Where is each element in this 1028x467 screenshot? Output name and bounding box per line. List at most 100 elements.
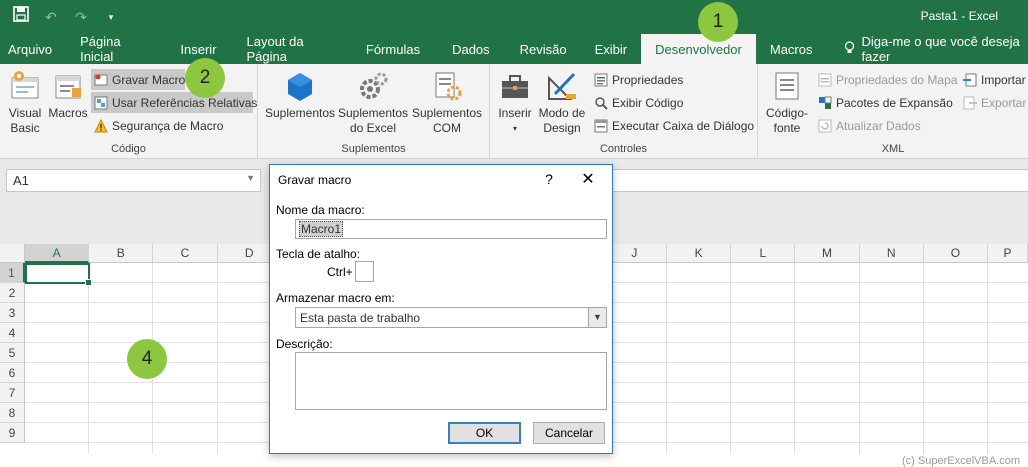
seguranca-macro-label: Segurança de Macro bbox=[112, 118, 224, 133]
group-label-suplementos: Suplementos bbox=[341, 143, 406, 155]
row-header-9[interactable]: 9 bbox=[0, 423, 25, 443]
callout-4: 4 bbox=[127, 339, 167, 379]
name-box-value: A1 bbox=[13, 173, 29, 188]
tell-me-box[interactable]: Diga-me o que você deseja fazer bbox=[826, 34, 1028, 64]
group-controles: Inserir ▾ Modo de Design Propriedades Ex… bbox=[490, 64, 758, 159]
redo-icon[interactable]: ↷ bbox=[70, 6, 92, 28]
column-header-a[interactable]: A bbox=[25, 244, 90, 263]
store-macro-select[interactable]: Esta pasta de trabalho ▼ bbox=[295, 307, 607, 328]
tab-exibir[interactable]: Exibir bbox=[581, 34, 642, 64]
codigo-fonte-button[interactable]: Código- fonte bbox=[760, 70, 814, 136]
row-header-5[interactable]: 5 bbox=[0, 343, 25, 363]
usar-referencias-button[interactable]: Usar Referências Relativas bbox=[91, 92, 257, 113]
record-macro-icon bbox=[94, 73, 108, 87]
exportar-label: Exportar bbox=[981, 95, 1027, 110]
suplementos-button[interactable]: Suplementos bbox=[264, 70, 336, 121]
save-icon[interactable] bbox=[10, 6, 32, 28]
gridline-vertical bbox=[88, 263, 90, 454]
ribbon-tabs: Arquivo Página Inicial Inserir Layout da… bbox=[0, 34, 1028, 64]
visual-basic-label-1: Visual bbox=[8, 106, 42, 120]
tab-macros[interactable]: Macros bbox=[756, 34, 827, 64]
codigo-fonte-label-2: fonte bbox=[773, 121, 801, 135]
active-cell-a1[interactable] bbox=[25, 263, 92, 286]
export-icon bbox=[963, 96, 977, 110]
quick-access-toolbar: ↶ ↷ ▾ bbox=[10, 6, 122, 28]
tab-desenvolvedor[interactable]: Desenvolvedor bbox=[641, 34, 756, 64]
tab-revisao[interactable]: Revisão bbox=[506, 34, 581, 64]
row-header-3[interactable]: 3 bbox=[0, 303, 25, 323]
formula-input[interactable] bbox=[612, 169, 1028, 192]
visual-basic-icon bbox=[9, 70, 41, 102]
propriedades-mapa-button[interactable]: Propriedades do Mapa bbox=[815, 69, 960, 90]
gridline-vertical bbox=[987, 263, 988, 454]
row-header-2[interactable]: 2 bbox=[0, 283, 25, 303]
help-icon[interactable]: ? bbox=[540, 171, 558, 187]
exportar-button[interactable]: Exportar bbox=[960, 92, 1028, 113]
pacotes-expansao-button[interactable]: Pacotes de Expansão bbox=[815, 92, 956, 113]
callout-1: 1 bbox=[698, 2, 738, 42]
record-macro-dialog: Gravar macro ? ✕ Nome da macro: Macro1 T… bbox=[269, 164, 613, 454]
row-header-8[interactable]: 8 bbox=[0, 403, 25, 423]
propriedades-button[interactable]: Propriedades bbox=[591, 69, 686, 90]
macros-button[interactable]: Macros bbox=[48, 70, 88, 121]
import-icon bbox=[963, 73, 977, 87]
tab-layout[interactable]: Layout da Página bbox=[233, 34, 350, 64]
row-header-1[interactable]: 1 bbox=[0, 263, 25, 283]
exibir-codigo-button[interactable]: Exibir Código bbox=[591, 92, 686, 113]
column-header-p[interactable]: P bbox=[988, 244, 1028, 263]
column-header-m[interactable]: M bbox=[795, 244, 860, 263]
group-label-controles: Controles bbox=[599, 143, 648, 155]
ok-button[interactable]: OK bbox=[448, 422, 521, 444]
macros-label: Macros bbox=[48, 106, 88, 120]
undo-icon[interactable]: ↶ bbox=[40, 6, 62, 28]
gridline-vertical bbox=[922, 263, 924, 454]
view-code-icon bbox=[594, 96, 608, 110]
modo-design-button[interactable]: Modo de Design bbox=[536, 70, 588, 136]
seguranca-macro-button[interactable]: Segurança de Macro bbox=[91, 115, 226, 136]
customize-qat-icon[interactable]: ▾ bbox=[100, 6, 122, 28]
tab-pagina-inicial[interactable]: Página Inicial bbox=[66, 34, 162, 64]
gridline-vertical bbox=[794, 263, 796, 454]
cancel-button[interactable]: Cancelar bbox=[533, 422, 605, 444]
tab-dados[interactable]: Dados bbox=[436, 34, 506, 64]
row-header-7[interactable]: 7 bbox=[0, 383, 25, 403]
suplementos-com-button[interactable]: Suplementos COM bbox=[410, 70, 484, 136]
column-header-n[interactable]: N bbox=[859, 244, 924, 263]
inserir-control-button[interactable]: Inserir ▾ bbox=[496, 70, 534, 136]
visual-basic-button[interactable]: Visual Basic bbox=[4, 70, 46, 136]
column-header-b[interactable]: B bbox=[89, 244, 154, 263]
suplementos-excel-button[interactable]: Suplementos do Excel bbox=[336, 70, 410, 136]
close-icon[interactable]: ✕ bbox=[576, 169, 600, 189]
toolbox-icon bbox=[499, 70, 531, 102]
atualizar-dados-button[interactable]: Atualizar Dados bbox=[815, 115, 924, 136]
macro-name-value: Macro1 bbox=[299, 221, 344, 237]
column-header-c[interactable]: C bbox=[153, 244, 218, 263]
column-header-l[interactable]: L bbox=[731, 244, 796, 263]
description-field[interactable] bbox=[295, 352, 607, 410]
importar-button[interactable]: Importar bbox=[960, 69, 1028, 90]
chevron-down-icon[interactable]: ▼ bbox=[246, 173, 255, 183]
column-header-k[interactable]: K bbox=[667, 244, 732, 263]
macro-name-input[interactable]: Macro1 bbox=[295, 219, 607, 239]
design-mode-icon bbox=[546, 70, 578, 102]
tab-arquivo[interactable]: Arquivo bbox=[0, 34, 66, 64]
ribbon: Visual Basic Macros Gravar Macro Usar Re… bbox=[0, 64, 1028, 159]
gravar-macro-button[interactable]: Gravar Macro bbox=[91, 69, 185, 90]
name-box[interactable]: A1 ▼ bbox=[6, 169, 261, 192]
row-header-6[interactable]: 6 bbox=[0, 363, 25, 383]
tell-me-text: Diga-me o que você deseja fazer bbox=[861, 34, 1020, 64]
group-suplementos: Suplementos Suplementos do Excel Supleme… bbox=[258, 64, 490, 159]
row-header-4[interactable]: 4 bbox=[0, 323, 25, 343]
shortcut-key-input[interactable] bbox=[355, 261, 374, 282]
gridline-vertical bbox=[216, 263, 218, 454]
column-header-o[interactable]: O bbox=[923, 244, 988, 263]
select-all-corner[interactable] bbox=[0, 244, 25, 263]
credit-text: (c) SuperExcelVBA.com bbox=[902, 455, 1020, 467]
tab-formulas[interactable]: Fórmulas bbox=[350, 34, 436, 64]
lightbulb-icon bbox=[844, 40, 855, 58]
executar-caixa-button[interactable]: Executar Caixa de Diálogo bbox=[591, 115, 757, 136]
gravar-macro-label: Gravar Macro bbox=[112, 72, 186, 87]
dialog-title: Gravar macro bbox=[278, 173, 352, 187]
chevron-down-icon[interactable]: ▼ bbox=[588, 308, 606, 327]
exibir-codigo-label: Exibir Código bbox=[612, 95, 684, 110]
